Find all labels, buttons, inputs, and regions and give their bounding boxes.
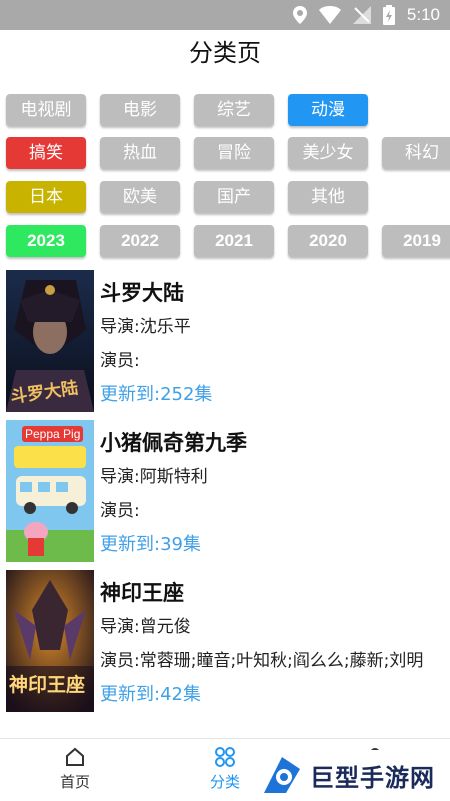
filter-chip-adventure[interactable]: 冒险	[194, 137, 274, 169]
item-update: 更新到:39集	[100, 534, 201, 555]
poster-title: 神印王座	[9, 674, 86, 696]
item-director: 导演:沈乐平	[100, 317, 191, 337]
filter-chip-2019[interactable]: 2019	[382, 225, 450, 257]
item-director: 导演:曾元俊	[100, 617, 191, 637]
filter-chip-domestic[interactable]: 国产	[194, 181, 274, 213]
poster-image[interactable]: 斗罗大陆	[6, 270, 94, 412]
item-director: 导演:阿斯特利	[100, 467, 208, 487]
watermark: 巨型手游网	[258, 750, 450, 800]
tab-home[interactable]: 首页	[0, 739, 150, 801]
status-time: 5:10	[406, 5, 440, 24]
item-title: 神印王座	[100, 581, 184, 605]
filter-chip-action[interactable]: 热血	[100, 137, 180, 169]
filter-chip-2022[interactable]: 2022	[100, 225, 180, 257]
filter-chip-scifi[interactable]: 科幻	[382, 137, 450, 169]
poster-image[interactable]: Peppa Pig	[6, 420, 94, 562]
watermark-text: 巨型手游网	[310, 763, 435, 792]
list-item[interactable]: 神印王座 神印王座 导演:曾元俊 演员:常蓉珊;瞳音;叶知秋;阎么么;藤新;刘明…	[0, 566, 450, 716]
location-icon	[292, 6, 307, 24]
list-item[interactable]: 斗罗大陆 斗罗大陆 导演:沈乐平 演员: 更新到:252集	[0, 266, 450, 416]
genre-filter-row: 搞笑 热血 冒险 美少女 科幻	[6, 137, 450, 169]
no-signal-icon	[352, 6, 371, 24]
item-update: 更新到:252集	[100, 384, 213, 405]
filter-chip-west[interactable]: 欧美	[100, 181, 180, 213]
tab-home-label: 首页	[59, 773, 90, 791]
item-update: 更新到:42集	[100, 684, 201, 705]
category-grid-icon	[215, 747, 235, 767]
filter-chip-tv-series[interactable]: 电视剧	[6, 94, 86, 126]
region-filter-row: 日本 欧美 国产 其他	[6, 181, 368, 213]
filter-chip-japan[interactable]: 日本	[6, 181, 86, 213]
category-filter-row: 电视剧 电影 综艺 动漫	[6, 94, 368, 126]
filter-chip-other[interactable]: 其他	[288, 181, 368, 213]
filter-chip-comedy[interactable]: 搞笑	[6, 137, 86, 169]
page-title: 分类页	[189, 39, 261, 67]
item-actors: 演员:	[100, 501, 140, 521]
filter-chip-anime[interactable]: 动漫	[288, 94, 368, 126]
item-actors: 演员:	[100, 351, 140, 371]
filter-chip-2020[interactable]: 2020	[288, 225, 368, 257]
filter-chip-bishoujo[interactable]: 美少女	[288, 137, 368, 169]
filter-chip-variety[interactable]: 综艺	[194, 94, 274, 126]
filter-chip-2021[interactable]: 2021	[194, 225, 274, 257]
battery-charging-icon	[382, 5, 395, 25]
status-bar: 5:10	[0, 0, 450, 30]
watermark-logo	[264, 757, 300, 793]
list-item[interactable]: Peppa Pig 小猪佩奇第九季 导演:阿斯特利 演员: 更新到:39集	[0, 416, 450, 566]
home-icon	[66, 747, 84, 766]
wifi-icon	[318, 6, 341, 24]
result-list: 斗罗大陆 斗罗大陆 导演:沈乐平 演员: 更新到:252集 Peppa Pig …	[0, 266, 450, 716]
filter-chip-2023[interactable]: 2023	[6, 225, 86, 257]
item-title: 小猪佩奇第九季	[100, 431, 247, 455]
item-title: 斗罗大陆	[100, 281, 184, 305]
year-filter-row: 2023 2022 2021 2020 2019	[6, 225, 450, 257]
item-actors: 演员:常蓉珊;瞳音;叶知秋;阎么么;藤新;刘明	[100, 651, 424, 671]
filter-chip-movie[interactable]: 电影	[100, 94, 180, 126]
poster-title: Peppa Pig	[22, 426, 84, 442]
poster-image[interactable]: 神印王座	[6, 570, 94, 712]
